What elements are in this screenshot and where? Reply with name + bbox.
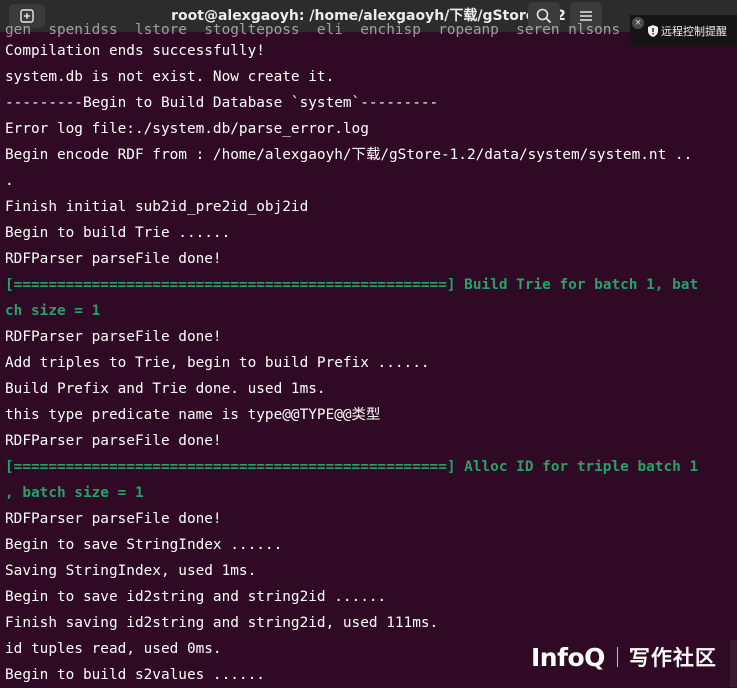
terminal-line: Begin to save id2string and string2id ..…: [5, 589, 387, 605]
terminal-scroll-edge: [730, 640, 737, 687]
infoq-logo: InfoQ: [531, 642, 605, 672]
terminal-line: , batch size = 1: [5, 485, 144, 501]
terminal-line: RDFParser parseFile done!: [5, 433, 222, 449]
terminal-line: Begin encode RDF from : /home/alexgaoyh/…: [5, 147, 693, 163]
terminal-line: Saving StringIndex, used 1ms.: [5, 563, 257, 579]
terminal-line: ---------Begin to Build Database `system…: [5, 95, 439, 111]
terminal-line: [=======================================…: [5, 277, 699, 293]
terminal-line: Begin to save StringIndex ......: [5, 537, 283, 553]
terminal-line: Compilation ends successfully!: [5, 43, 265, 59]
terminal-line: system.db is not exist. Now create it.: [5, 69, 335, 85]
terminal-line: RDFParser parseFile done!: [5, 251, 222, 267]
terminal-line: Build Prefix and Trie done. used 1ms.: [5, 381, 326, 397]
terminal-line: Error log file:./system.db/parse_error.l…: [5, 121, 369, 137]
terminal-line: this type predicate name is type@@TYPE@@…: [5, 407, 381, 423]
new-tab-icon: [20, 9, 34, 23]
terminal-line: ch size = 1: [5, 303, 101, 319]
hamburger-icon: [580, 11, 592, 21]
terminal-line: .: [5, 173, 14, 189]
infoq-watermark: InfoQ 写作社区: [531, 640, 731, 674]
terminal-line: Begin to build Trie ......: [5, 225, 231, 241]
watermark-divider: [616, 647, 618, 667]
terminal-line: RDFParser parseFile done!: [5, 329, 222, 345]
terminal-line: [=======================================…: [5, 459, 699, 475]
terminal-line: gen spenidss lstore stoglteposs eli ench…: [5, 22, 621, 38]
terminal-line: Finish saving id2string and string2id, u…: [5, 615, 439, 631]
terminal-line: Finish initial sub2id_pre2id_obj2id: [5, 199, 309, 215]
terminal-line: Add triples to Trie, begin to build Pref…: [5, 355, 430, 371]
terminal-line: RDFParser parseFile done!: [5, 511, 222, 527]
terminal-output[interactable]: gen spenidss lstore stoglteposs eli ench…: [5, 22, 735, 688]
watermark-community-name: 写作社区: [628, 646, 717, 670]
